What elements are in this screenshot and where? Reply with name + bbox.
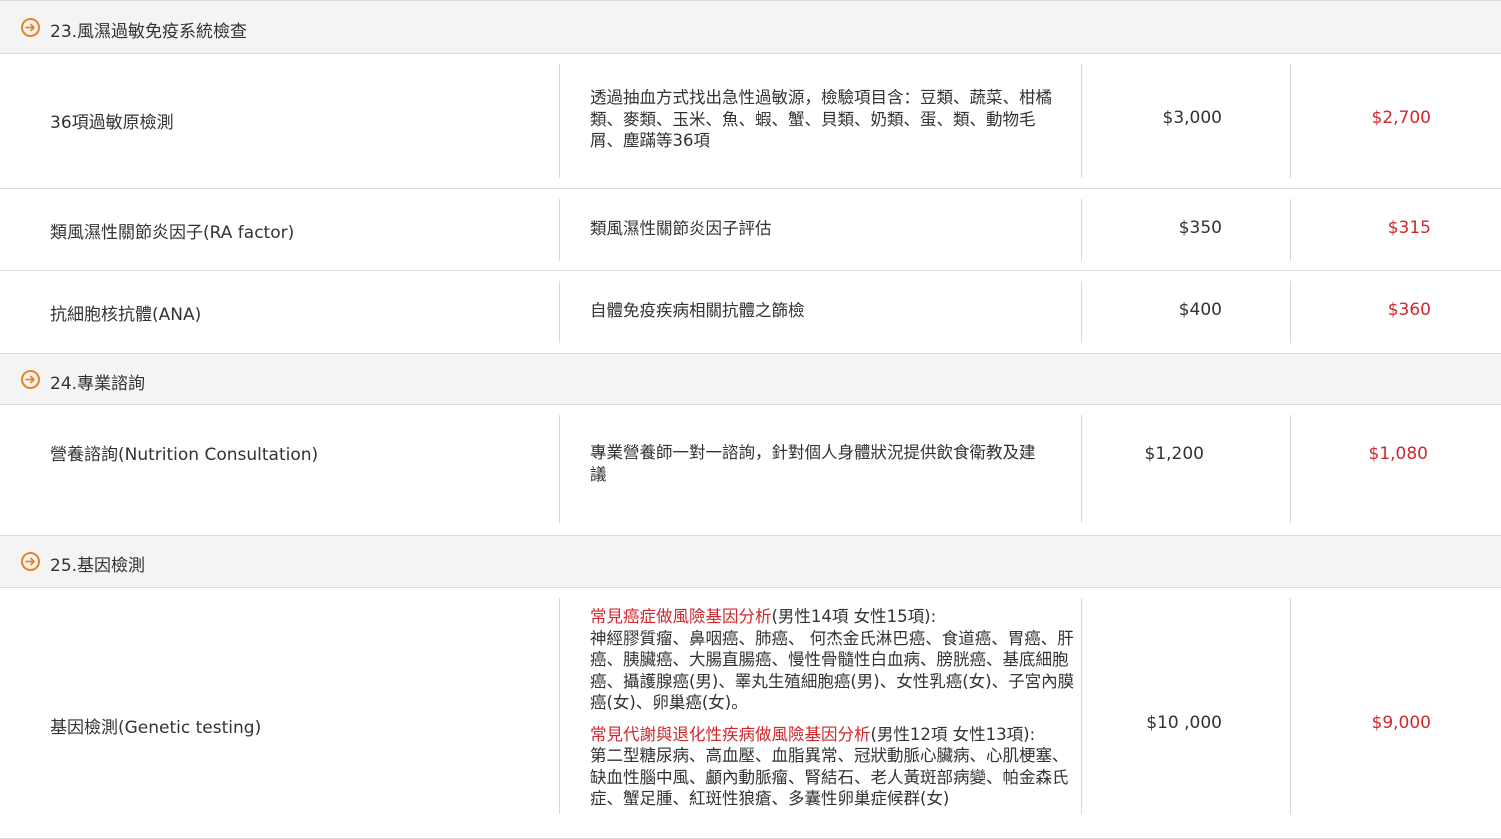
metabolic-risk-paragraph: 常見代謝與退化性疾病做風險基因分析(男性12項 女性13項): 第二型糖尿病、高… bbox=[590, 724, 1076, 810]
column-divider bbox=[1290, 64, 1291, 178]
metabolic-risk-label: 常見代謝與退化性疾病做風險基因分析 bbox=[590, 724, 871, 744]
column-divider bbox=[559, 598, 560, 814]
table-row: 抗細胞核抗體(ANA) 自體免疫疾病相關抗體之篩檢 $400 $360 bbox=[0, 271, 1501, 353]
cancer-risk-count: (男性14項 女性15項): bbox=[771, 607, 937, 626]
item-name: 基因檢測(Genetic testing) bbox=[50, 718, 262, 738]
item-sale-price: $2,700 bbox=[1371, 108, 1431, 128]
section-header-25: 25.基因檢測 bbox=[0, 535, 1501, 588]
item-price: $350 bbox=[1178, 218, 1222, 238]
column-divider bbox=[1081, 281, 1082, 343]
metabolic-risk-count: (男性12項 女性13項): bbox=[870, 724, 1036, 744]
metabolic-risk-list: 第二型糖尿病、高血壓、血脂異常、冠狀動脈心臟病、心肌梗塞、缺血性腦中風、顱內動脈… bbox=[590, 746, 1069, 808]
column-divider bbox=[1290, 281, 1291, 343]
cancer-risk-list: 神經膠質瘤、鼻咽癌、肺癌、 何杰金氏淋巴癌、食道癌、胃癌、肝癌、胰臟癌、大腸直腸… bbox=[590, 628, 1075, 713]
column-divider bbox=[559, 281, 560, 343]
column-divider bbox=[1081, 598, 1082, 814]
table-row: 基因檢測(Genetic testing) 常見癌症做風險基因分析(男性14項 … bbox=[0, 588, 1501, 839]
column-divider bbox=[1290, 415, 1291, 523]
cancer-risk-label: 常見癌症做風險基因分析 bbox=[590, 607, 772, 626]
item-price: $400 bbox=[1178, 300, 1222, 320]
item-description: 常見癌症做風險基因分析(男性14項 女性15項): 神經膠質瘤、鼻咽癌、肺癌、 … bbox=[590, 606, 1076, 810]
section-title: 23.風濕過敏免疫系統檢查 bbox=[50, 22, 248, 42]
item-description: 自體免疫疾病相關抗體之篩檢 bbox=[590, 301, 805, 320]
item-name: 類風濕性關節炎因子(RA factor) bbox=[50, 223, 295, 243]
item-name: 營養諮詢(Nutrition Consultation) bbox=[50, 445, 319, 465]
item-sale-price: $360 bbox=[1387, 300, 1431, 320]
table-row: 營養諮詢(Nutrition Consultation) 專業營養師一對一諮詢，… bbox=[0, 405, 1501, 535]
arrow-right-circle-icon bbox=[21, 552, 40, 571]
column-divider bbox=[1290, 199, 1291, 261]
item-price: $3,000 bbox=[1162, 108, 1222, 128]
table-row: 類風濕性關節炎因子(RA factor) 類風濕性關節炎因子評估 $350 $3… bbox=[0, 189, 1501, 271]
section-header-24: 24.專業諮詢 bbox=[0, 353, 1501, 405]
price-table: 23.風濕過敏免疫系統檢查 36項過敏原檢測 透過抽血方式找出急性過敏源，檢驗項… bbox=[0, 0, 1501, 839]
section-title: 25.基因檢測 bbox=[50, 556, 146, 576]
column-divider bbox=[1290, 598, 1291, 814]
arrow-right-circle-icon bbox=[21, 370, 40, 389]
cancer-risk-paragraph: 常見癌症做風險基因分析(男性14項 女性15項): 神經膠質瘤、鼻咽癌、肺癌、 … bbox=[590, 606, 1076, 714]
item-price: $1,200 bbox=[1144, 444, 1204, 464]
column-divider bbox=[1081, 64, 1082, 178]
item-price: $10 ,000 bbox=[1146, 713, 1222, 733]
item-sale-price: $9,000 bbox=[1371, 713, 1431, 733]
column-divider bbox=[1081, 415, 1082, 523]
section-title: 24.專業諮詢 bbox=[50, 374, 146, 394]
item-sale-price: $315 bbox=[1387, 218, 1431, 238]
item-description: 專業營養師一對一諮詢，針對個人身體狀況提供飲食衛教及建議 bbox=[590, 443, 1036, 484]
item-description: 透過抽血方式找出急性過敏源，檢驗項目含：豆類、蔬菜、柑橘類、麥類、玉米、魚、蝦、… bbox=[590, 88, 1052, 150]
item-sale-price: $1,080 bbox=[1368, 444, 1428, 464]
item-name: 36項過敏原檢測 bbox=[50, 113, 174, 133]
column-divider bbox=[559, 64, 560, 178]
item-name: 抗細胞核抗體(ANA) bbox=[50, 305, 202, 325]
arrow-right-circle-icon bbox=[21, 18, 40, 37]
column-divider bbox=[559, 199, 560, 261]
section-header-23: 23.風濕過敏免疫系統檢查 bbox=[0, 0, 1501, 54]
table-row: 36項過敏原檢測 透過抽血方式找出急性過敏源，檢驗項目含：豆類、蔬菜、柑橘類、麥… bbox=[0, 54, 1501, 189]
column-divider bbox=[559, 415, 560, 523]
column-divider bbox=[1081, 199, 1082, 261]
item-description: 類風濕性關節炎因子評估 bbox=[590, 219, 772, 238]
